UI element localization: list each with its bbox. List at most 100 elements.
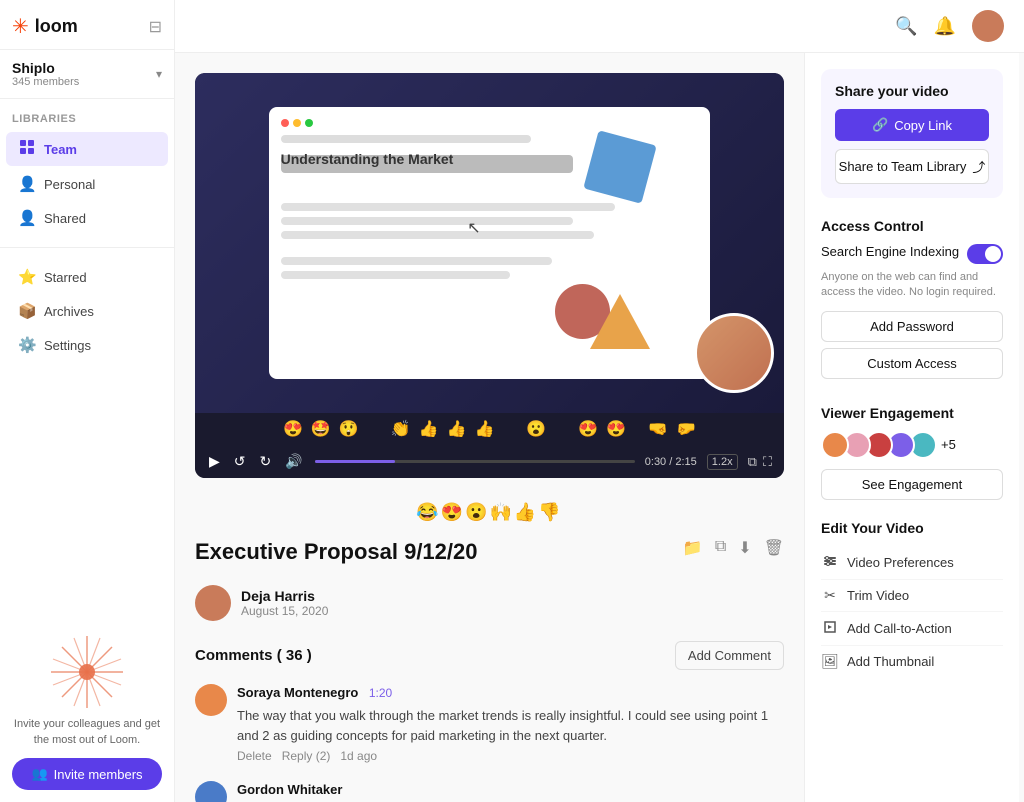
- video-title: Executive Proposal 9/12/20: [195, 539, 478, 565]
- sidebar-item-archives[interactable]: 📦 Archives: [6, 295, 168, 327]
- access-description: Anyone on the web can find and access th…: [821, 270, 1003, 301]
- cta-icon: [821, 619, 839, 638]
- video-actions: 📁 ⧉ ⬇ 🗑: [683, 538, 784, 558]
- search-indexing-toggle[interactable]: [967, 244, 1003, 264]
- user-avatar[interactable]: [972, 10, 1004, 42]
- comments-count: 36: [286, 647, 303, 664]
- invite-members-button[interactable]: 👥 Invite members: [12, 758, 162, 790]
- author-info: Deja Harris August 15, 2020: [241, 588, 328, 618]
- comment-author: Soraya Montenegro: [237, 685, 358, 700]
- sidebar-item-shared-label: Shared: [44, 211, 86, 226]
- emoji: 😍: [606, 419, 626, 439]
- video-meta-row: Executive Proposal 9/12/20 📁 ⧉ ⬇ 🗑: [195, 527, 784, 569]
- emoji: 😍: [283, 419, 303, 439]
- video-preferences-item[interactable]: Video Preferences: [821, 546, 1003, 580]
- workspace-name: Shiplo: [12, 60, 79, 76]
- engagement-avatar: [821, 431, 849, 459]
- comments-section: Comments ( 36 ) Add Comment Soraya Monte…: [195, 641, 784, 802]
- libraries-label: Libraries: [0, 99, 174, 131]
- shared-icon: 👤: [18, 209, 36, 227]
- sidebar-toggle-button[interactable]: ⊟: [149, 17, 162, 37]
- invite-text: Invite your colleagues and get the most …: [12, 717, 162, 748]
- sidebar-item-personal[interactable]: 👤 Personal: [6, 168, 168, 200]
- loom-decoration: Invite your colleagues and get the most …: [12, 632, 162, 748]
- video-player: Understanding the Market: [195, 73, 784, 478]
- trim-label: Trim Video: [847, 588, 909, 603]
- shape-triangle: [590, 294, 650, 349]
- access-control: Access Control Search Engine Indexing An…: [821, 218, 1003, 385]
- video-slide: Understanding the Market: [269, 107, 711, 379]
- notifications-icon[interactable]: 🔔: [934, 16, 956, 37]
- toggle-knob: [985, 246, 1001, 262]
- time-ago: 1d ago: [340, 749, 377, 763]
- emoji: 🤛: [676, 419, 696, 439]
- custom-access-button[interactable]: Custom Access: [821, 348, 1003, 379]
- presenter-avatar: [694, 313, 774, 393]
- comments-title: Comments ( 36 ): [195, 647, 312, 664]
- emoji: 🤜: [648, 419, 668, 439]
- delete-comment-button[interactable]: Delete: [237, 749, 272, 763]
- download-icon[interactable]: ⬇: [738, 538, 751, 558]
- volume-button[interactable]: 🔊: [283, 451, 304, 472]
- top-bar: 🔍 🔔: [175, 0, 1024, 53]
- delete-icon[interactable]: 🗑: [764, 538, 784, 558]
- main-content: 🔍 🔔 Understandi: [175, 0, 1024, 802]
- thumbnail-label: Add Thumbnail: [847, 654, 934, 669]
- sidebar-item-shared[interactable]: 👤 Shared: [6, 202, 168, 234]
- fullscreen-icon[interactable]: ⛶: [763, 454, 772, 470]
- share-library-button[interactable]: Share to Team Library ⤴: [835, 149, 989, 184]
- comments-header: Comments ( 36 ) Add Comment: [195, 641, 784, 670]
- play-pause-button[interactable]: ▶: [207, 451, 222, 472]
- preferences-icon: [821, 553, 839, 572]
- sidebar-item-archives-label: Archives: [44, 304, 94, 319]
- copy-icon[interactable]: ⧉: [715, 538, 726, 558]
- reply-button[interactable]: Reply (2): [282, 749, 331, 763]
- copy-link-button[interactable]: 🔗 Copy Link: [835, 109, 989, 141]
- author-name: Deja Harris: [241, 588, 328, 604]
- time-display: 0:30 / 2:15: [645, 456, 697, 468]
- access-control-title: Access Control: [821, 218, 1003, 234]
- emoji: 🤩: [311, 419, 331, 439]
- content-lines: [281, 203, 699, 279]
- author-avatar: [195, 585, 231, 621]
- comment-actions: Delete Reply (2) 1d ago: [237, 749, 784, 763]
- add-password-button[interactable]: Add Password: [821, 311, 1003, 342]
- search-indexing-row: Search Engine Indexing: [821, 244, 1003, 264]
- rewind-button[interactable]: ↺: [232, 451, 248, 472]
- edit-video-section: Edit Your Video Video Preferences ✂ Trim…: [821, 520, 1003, 677]
- share-icon: ⤴: [972, 157, 985, 176]
- bottom-emojis-bar: 😂😍😮🙌👍👎: [195, 494, 784, 527]
- logo-area: ✳ loom: [12, 14, 78, 39]
- add-comment-button[interactable]: Add Comment: [675, 641, 784, 670]
- folder-icon[interactable]: 📁: [683, 538, 703, 558]
- content-line: [281, 271, 511, 279]
- sidebar-item-settings[interactable]: ⚙️ Settings: [6, 329, 168, 361]
- quality-icons: ⧉ ⛶: [748, 454, 772, 470]
- engagement-avatars-row: +5: [821, 431, 1003, 459]
- browser-dots: [281, 119, 699, 127]
- forward-button[interactable]: ↻: [258, 451, 274, 472]
- sidebar-item-starred-label: Starred: [44, 270, 87, 285]
- dot-green: [305, 119, 313, 127]
- pip-icon[interactable]: ⧉: [748, 454, 757, 470]
- emoji: 👍: [419, 419, 439, 439]
- sidebar-item-team[interactable]: Team: [6, 132, 168, 166]
- search-icon[interactable]: 🔍: [895, 16, 917, 37]
- video-frame: Understanding the Market: [195, 73, 784, 413]
- cta-item[interactable]: Add Call-to-Action: [821, 612, 1003, 646]
- thumbnail-item[interactable]: 🖼 Add Thumbnail: [821, 646, 1003, 677]
- starburst-graphic: [47, 632, 127, 712]
- content-line: [281, 231, 594, 239]
- see-engagement-button[interactable]: See Engagement: [821, 469, 1003, 500]
- trim-video-item[interactable]: ✂ Trim Video: [821, 580, 1003, 612]
- comment-timestamp[interactable]: 1:20: [369, 686, 392, 700]
- sidebar-item-starred[interactable]: ⭐ Starred: [6, 261, 168, 293]
- chevron-down-icon: ▾: [156, 67, 162, 81]
- emoji: 👏: [391, 419, 411, 439]
- progress-bar[interactable]: [315, 460, 635, 463]
- link-icon: 🔗: [872, 117, 888, 133]
- share-box: Share your video 🔗 Copy Link Share to Te…: [821, 69, 1003, 198]
- speed-control[interactable]: 1.2x: [707, 454, 738, 470]
- right-panel: Share your video 🔗 Copy Link Share to Te…: [804, 53, 1019, 802]
- workspace-selector[interactable]: Shiplo 345 members ▾: [0, 50, 174, 99]
